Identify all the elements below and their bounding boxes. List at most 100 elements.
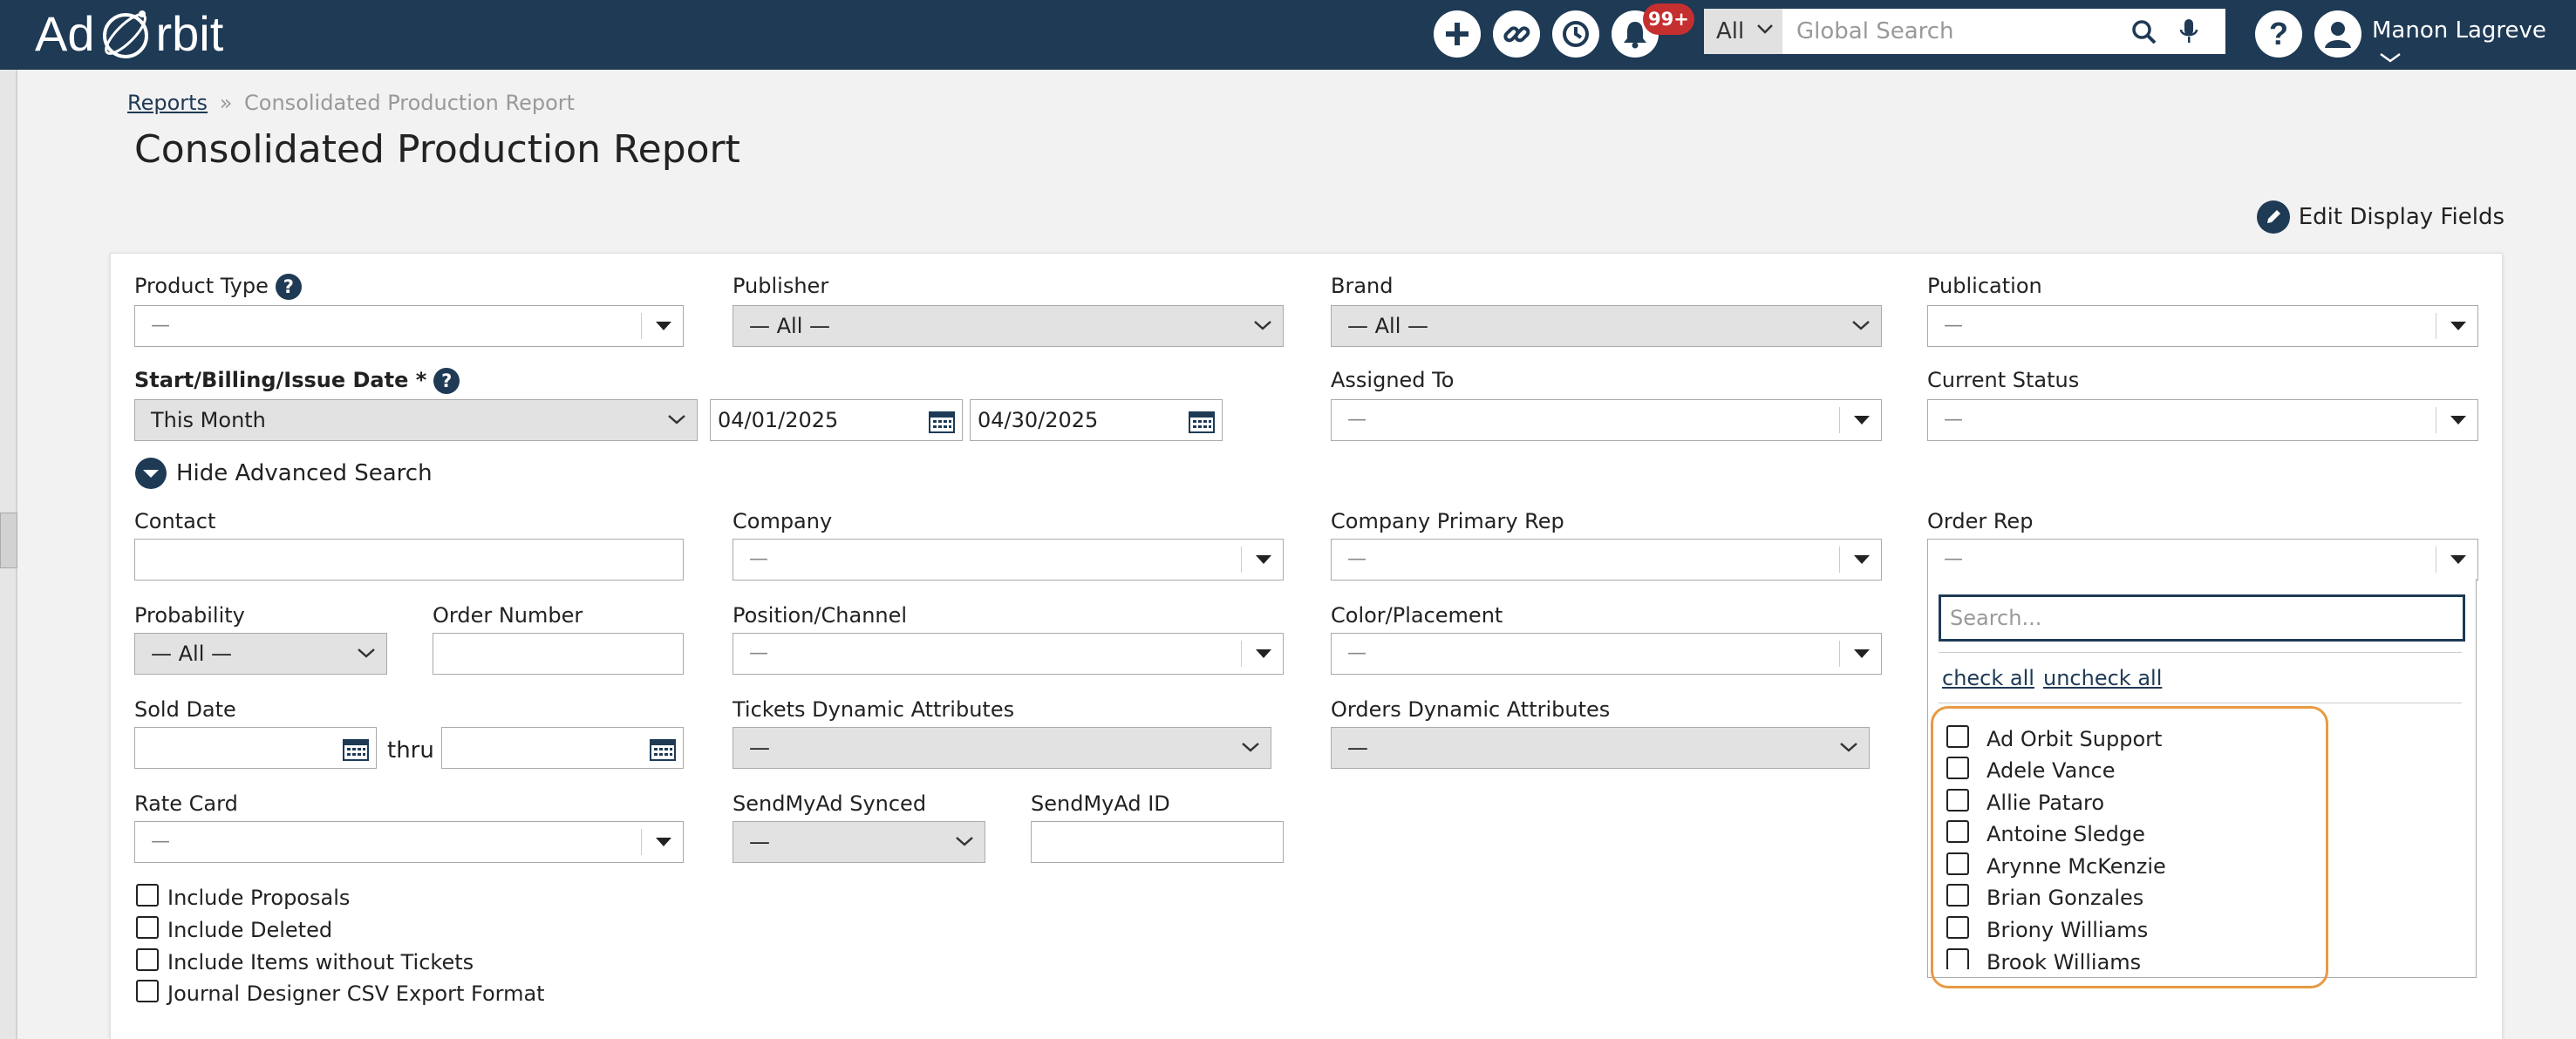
dropdown-arrow-icon bbox=[641, 313, 683, 339]
uncheck-all-link[interactable]: uncheck all bbox=[2043, 666, 2162, 690]
order-number-input[interactable] bbox=[433, 633, 684, 675]
publisher-select[interactable]: — All — bbox=[733, 305, 1284, 347]
breadcrumb-current: Consolidated Production Report bbox=[244, 91, 576, 115]
assigned-to-label: Assigned To bbox=[1331, 368, 1455, 392]
journal-designer-csv-label: Journal Designer CSV Export Format bbox=[167, 981, 545, 1006]
logo-text-right: rbit bbox=[155, 6, 224, 61]
dropdown-arrow-icon bbox=[1241, 641, 1283, 667]
left-edge-panel bbox=[0, 0, 17, 1039]
publication-select[interactable]: — bbox=[1927, 305, 2478, 347]
current-status-label: Current Status bbox=[1927, 368, 2080, 392]
order-rep-select[interactable]: — bbox=[1927, 539, 2478, 581]
global-search-input[interactable] bbox=[1782, 9, 2225, 54]
chevron-down-icon bbox=[1757, 24, 1773, 34]
microphone-icon[interactable] bbox=[2178, 17, 2199, 45]
dropdown-arrow-icon bbox=[1839, 407, 1881, 433]
company-select[interactable]: — bbox=[733, 539, 1284, 581]
date-from-input[interactable]: 04/01/2025 bbox=[710, 399, 963, 441]
date-label: Start/Billing/Issue Date *? bbox=[134, 368, 460, 394]
sold-date-label: Sold Date bbox=[134, 697, 236, 722]
date-to-input[interactable]: 04/30/2025 bbox=[970, 399, 1223, 441]
order-rep-label: Order Rep bbox=[1927, 509, 2034, 533]
sendmyad-id-input[interactable] bbox=[1031, 821, 1284, 863]
hide-advanced-search-toggle[interactable]: Hide Advanced Search bbox=[134, 457, 433, 490]
orbit-logo-icon bbox=[102, 10, 148, 58]
check-all-link[interactable]: check all bbox=[1942, 666, 2034, 690]
dropdown-arrow-icon bbox=[1241, 547, 1283, 573]
search-scope-label: All bbox=[1716, 18, 1745, 44]
calendar-icon[interactable] bbox=[343, 737, 369, 761]
left-edge-header bbox=[0, 0, 17, 70]
top-navigation-bar: Ad rbit 99+ All ? Manon Lagreve bbox=[17, 0, 2576, 70]
dropdown-arrow-icon bbox=[2436, 313, 2477, 339]
company-label: Company bbox=[733, 509, 833, 533]
edit-display-fields-button[interactable]: Edit Display Fields bbox=[2256, 200, 2504, 234]
probability-select[interactable]: — All — bbox=[134, 633, 387, 675]
publisher-label: Publisher bbox=[733, 274, 829, 298]
chevron-down-icon bbox=[1840, 743, 1857, 752]
assigned-to-select[interactable]: — bbox=[1331, 399, 1882, 441]
company-primary-rep-select[interactable]: — bbox=[1331, 539, 1882, 581]
breadcrumb-separator: » bbox=[219, 91, 233, 115]
user-menu[interactable]: Manon Lagreve bbox=[2372, 17, 2576, 70]
orders-dynamic-attributes-select[interactable]: — bbox=[1331, 727, 1870, 769]
position-channel-select[interactable]: — bbox=[733, 633, 1284, 675]
chevron-down-icon bbox=[668, 415, 685, 424]
chevron-down-icon bbox=[956, 837, 973, 846]
order-rep-search-input[interactable] bbox=[1939, 594, 2465, 642]
journal-designer-csv-checkbox[interactable] bbox=[136, 980, 159, 1002]
product-type-select[interactable]: — bbox=[134, 305, 684, 347]
add-new-icon[interactable] bbox=[1434, 10, 1481, 58]
rate-card-select[interactable]: — bbox=[134, 821, 684, 863]
calendar-icon[interactable] bbox=[929, 409, 955, 433]
left-edge-selected bbox=[0, 513, 17, 568]
orders-dynamic-attributes-label: Orders Dynamic Attributes bbox=[1331, 697, 1611, 722]
help-circle-icon[interactable]: ? bbox=[433, 368, 460, 394]
current-status-select[interactable]: — bbox=[1927, 399, 2478, 441]
calendar-icon[interactable] bbox=[650, 737, 676, 761]
sendmyad-synced-select[interactable]: — bbox=[733, 821, 985, 863]
highlight-annotation bbox=[1931, 706, 2328, 988]
hide-advanced-search-label: Hide Advanced Search bbox=[176, 460, 433, 486]
sendmyad-id-label: SendMyAd ID bbox=[1031, 791, 1170, 816]
include-deleted-checkbox[interactable] bbox=[136, 916, 159, 939]
probability-label: Probability bbox=[134, 603, 245, 628]
include-proposals-checkbox[interactable] bbox=[136, 884, 159, 907]
search-icon[interactable] bbox=[2131, 19, 2157, 45]
help-circle-icon[interactable]: ? bbox=[275, 274, 302, 300]
tickets-dynamic-attributes-label: Tickets Dynamic Attributes bbox=[733, 697, 1015, 722]
notifications-badge: 99+ bbox=[1643, 3, 1694, 35]
dropdown-arrow-icon bbox=[641, 829, 683, 855]
include-items-without-tickets-label: Include Items without Tickets bbox=[167, 950, 474, 974]
history-clock-icon[interactable] bbox=[1552, 10, 1599, 58]
breadcrumb-reports-link[interactable]: Reports bbox=[127, 91, 208, 115]
thru-label: thru bbox=[387, 737, 434, 764]
date-range-select[interactable]: This Month bbox=[134, 399, 698, 441]
brand-label: Brand bbox=[1331, 274, 1394, 298]
user-avatar-icon[interactable] bbox=[2314, 10, 2361, 58]
search-scope-select[interactable]: All bbox=[1704, 9, 1782, 54]
dropdown-arrow-icon bbox=[1839, 641, 1881, 667]
breadcrumb: Reports » Consolidated Production Report bbox=[127, 91, 575, 115]
sold-date-to-input[interactable] bbox=[441, 727, 684, 769]
position-channel-label: Position/Channel bbox=[733, 603, 908, 628]
chevron-down-icon bbox=[2380, 52, 2401, 63]
pencil-icon bbox=[2256, 200, 2290, 234]
dropdown-arrow-icon bbox=[2436, 407, 2477, 433]
chevron-down-icon bbox=[1852, 321, 1870, 330]
sold-date-from-input[interactable] bbox=[134, 727, 377, 769]
divider bbox=[1939, 652, 2462, 653]
chevron-down-icon bbox=[1242, 743, 1259, 752]
company-primary-rep-label: Company Primary Rep bbox=[1331, 509, 1564, 533]
publication-label: Publication bbox=[1927, 274, 2042, 298]
tickets-dynamic-attributes-select[interactable]: — bbox=[733, 727, 1271, 769]
calendar-icon[interactable] bbox=[1189, 409, 1215, 433]
ad-orbit-logo[interactable]: Ad rbit bbox=[35, 5, 223, 63]
link-icon[interactable] bbox=[1493, 10, 1540, 58]
chevron-circle-down-icon bbox=[135, 458, 167, 489]
brand-select[interactable]: — All — bbox=[1331, 305, 1882, 347]
color-placement-select[interactable]: — bbox=[1331, 633, 1882, 675]
contact-input[interactable] bbox=[134, 539, 684, 581]
include-items-without-tickets-checkbox[interactable] bbox=[136, 948, 159, 971]
help-icon[interactable]: ? bbox=[2255, 10, 2302, 58]
